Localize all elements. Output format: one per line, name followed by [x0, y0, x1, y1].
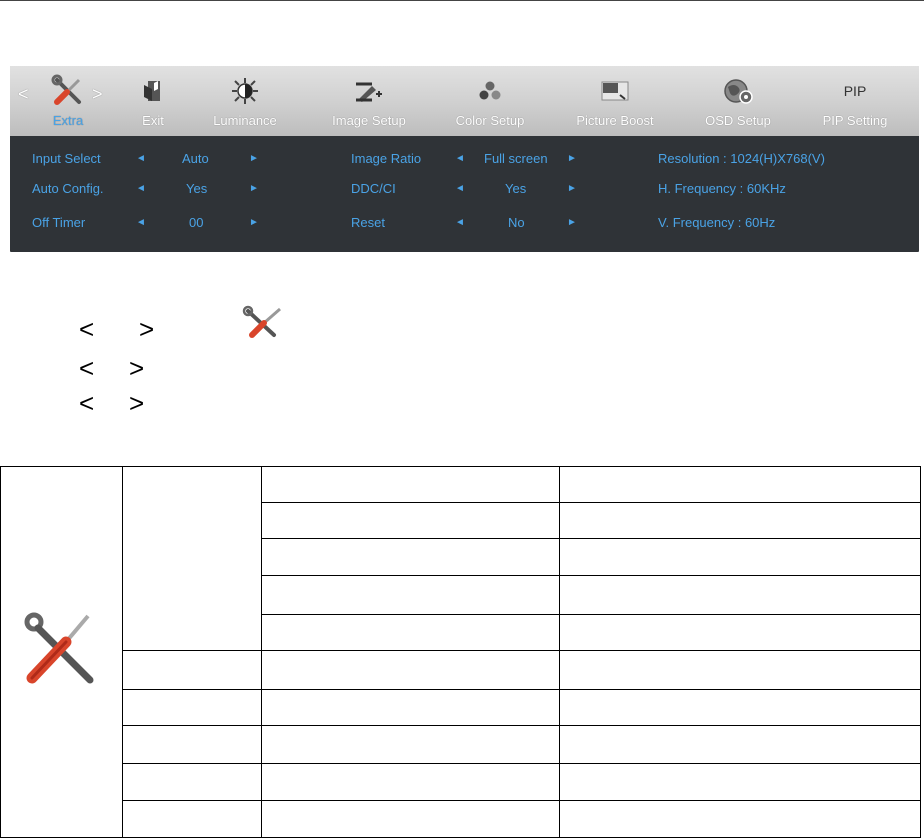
tab-luminance[interactable]: Luminance	[202, 66, 288, 136]
top-rule	[0, 0, 924, 1]
arrow-left-icon[interactable]: ◄	[136, 217, 146, 228]
color-dots-icon	[478, 76, 502, 106]
tools-icon	[228, 305, 290, 344]
tab-image-setup-label: Image Setup	[332, 113, 406, 128]
setting-image-ratio-value: Full screen	[484, 151, 548, 166]
tools-icon	[22, 612, 98, 693]
osd-settings-area: Input Select ◄ Auto ► Auto Config. ◄ Yes…	[10, 136, 919, 252]
tab-luminance-label: Luminance	[213, 113, 277, 128]
tab-picture-boost[interactable]: Picture Boost	[565, 66, 665, 136]
setting-ddcci-label[interactable]: DDC/CI	[351, 181, 396, 196]
setting-input-select-label[interactable]: Input Select	[32, 151, 101, 166]
tools-icon	[51, 74, 85, 106]
arrow-right-icon[interactable]: ►	[567, 183, 577, 194]
info-resolution: Resolution : 1024(H)X768(V)	[658, 151, 825, 166]
tab-color-setup[interactable]: Color Setup	[445, 66, 535, 136]
tab-osd-setup-label: OSD Setup	[705, 113, 771, 128]
arrow-left-icon[interactable]: ◄	[136, 183, 146, 194]
setting-auto-config-value: Yes	[186, 181, 208, 196]
osd-menu: < > Extra Exit Luminance Image Setup Col…	[10, 66, 919, 252]
arrow-right-icon[interactable]: ►	[249, 217, 259, 228]
tab-picture-boost-label: Picture Boost	[576, 113, 654, 128]
tab-pip-setting-label: PIP Setting	[822, 113, 888, 128]
tab-extra[interactable]: Extra	[28, 66, 108, 136]
chevron-left-icon[interactable]: <	[18, 84, 29, 105]
extra-settings-table	[0, 466, 921, 838]
tab-image-setup[interactable]: Image Setup	[323, 66, 415, 136]
arrow-right-icon[interactable]: ►	[567, 153, 577, 164]
setting-reset-value: No	[508, 215, 525, 230]
tab-color-setup-label: Color Setup	[455, 113, 525, 128]
step1-left-chevron: <	[79, 314, 95, 344]
step2-left-chevron: <	[79, 353, 95, 383]
image-setup-icon	[354, 76, 384, 106]
arrow-right-icon[interactable]: ►	[249, 183, 259, 194]
arrow-left-icon[interactable]: ◄	[455, 183, 465, 194]
setting-image-ratio-label[interactable]: Image Ratio	[351, 151, 421, 166]
step3-left-chevron: <	[79, 388, 95, 418]
tab-osd-setup[interactable]: OSD Setup	[695, 66, 781, 136]
setting-off-timer-label[interactable]: Off Timer	[32, 215, 85, 230]
pip-icon-text: PIP	[843, 83, 867, 99]
arrow-right-icon[interactable]: ►	[249, 153, 259, 164]
setting-input-select-value: Auto	[182, 151, 209, 166]
step2-right-chevron: >	[129, 353, 145, 383]
osd-tab-bar: < > Extra Exit Luminance Image Setup Col…	[10, 66, 919, 136]
setting-off-timer-value: 00	[189, 215, 204, 230]
arrow-right-icon[interactable]: ►	[567, 217, 577, 228]
setting-auto-config-label[interactable]: Auto Config.	[32, 181, 104, 196]
setting-reset-label[interactable]: Reset	[351, 215, 385, 230]
tab-pip-setting[interactable]: PIP PIP Setting	[810, 66, 900, 136]
tab-extra-label: Extra	[52, 113, 84, 128]
exit-icon	[142, 76, 164, 106]
setting-ddcci-value: Yes	[505, 181, 527, 196]
tab-exit-label: Exit	[142, 113, 164, 128]
step1-right-chevron: >	[139, 314, 155, 344]
info-h-frequency: H. Frequency : 60KHz	[658, 181, 786, 196]
arrow-left-icon[interactable]: ◄	[455, 153, 465, 164]
info-v-frequency: V. Frequency : 60Hz	[658, 215, 776, 230]
globe-icon	[722, 76, 754, 106]
step3-right-chevron: >	[129, 388, 145, 418]
arrow-left-icon[interactable]: ◄	[455, 217, 465, 228]
picture-boost-icon	[601, 76, 629, 106]
tab-exit[interactable]: Exit	[120, 66, 186, 136]
arrow-left-icon[interactable]: ◄	[136, 153, 146, 164]
sun-contrast-icon	[231, 76, 259, 106]
pip-icon: PIP	[844, 76, 867, 106]
